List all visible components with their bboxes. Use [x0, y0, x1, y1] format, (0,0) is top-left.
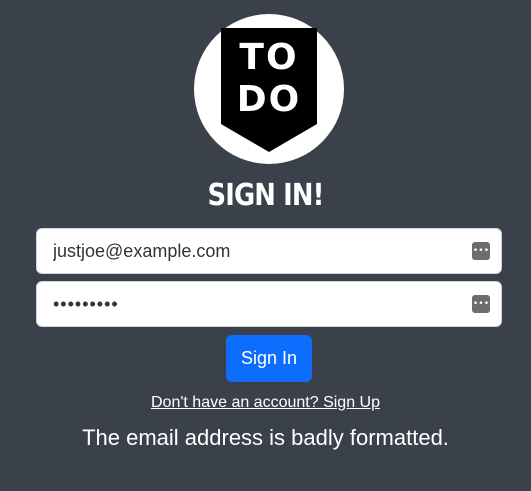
password-manager-icon[interactable]: •••	[472, 242, 490, 260]
password-manager-icon[interactable]: •••	[472, 295, 490, 313]
password-field[interactable]	[37, 282, 501, 326]
page-title: SIGN IN!	[207, 178, 324, 213]
logo-text-line2: DO	[236, 79, 302, 120]
todo-logo-icon: TO DO	[221, 28, 317, 152]
password-field-wrapper: •••	[36, 281, 502, 327]
email-field[interactable]	[37, 229, 501, 273]
error-message: The email address is badly formatted.	[82, 425, 449, 450]
signup-link[interactable]: Don't have an account? Sign Up	[0, 393, 531, 413]
logo-badge: TO DO	[194, 14, 344, 164]
logo-text-line1: TO	[239, 37, 299, 78]
sign-in-button[interactable]: Sign In	[226, 335, 312, 382]
email-field-wrapper: •••	[36, 228, 502, 274]
